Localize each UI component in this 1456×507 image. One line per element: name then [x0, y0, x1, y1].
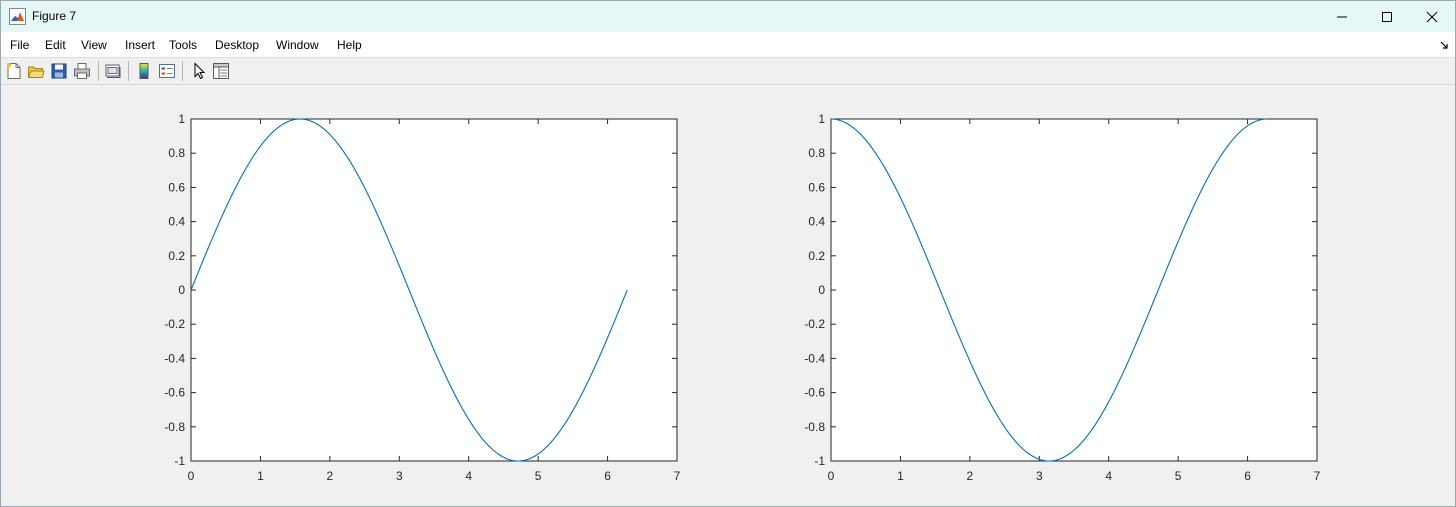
y-tick-label: -0.8 [164, 420, 185, 434]
maximize-button[interactable] [1364, 1, 1410, 32]
matlab-logo-icon [9, 8, 26, 25]
y-tick-label: 0 [178, 283, 185, 297]
insert-colorbar-icon[interactable] [135, 62, 153, 80]
x-tick-label: 5 [1175, 469, 1182, 483]
x-tick-label: 2 [967, 469, 974, 483]
print-icon[interactable] [73, 62, 91, 80]
menu-tools[interactable]: Tools [169, 38, 197, 52]
y-tick-label: 0.8 [168, 146, 185, 160]
menu-window[interactable]: Window [276, 38, 319, 52]
y-tick-label: 1 [818, 112, 825, 126]
y-tick-label: 0.6 [808, 180, 825, 194]
y-tick-label: 0.2 [808, 249, 825, 263]
minimize-button[interactable] [1319, 1, 1365, 32]
y-tick-label: -0.4 [164, 351, 185, 365]
minimize-icon [1337, 16, 1347, 17]
x-tick-label: 4 [465, 469, 472, 483]
axes-1[interactable]: 0 1 2 3 4 5 6 7 -1 -0.8 -0.6 -0.4 -0.2 0 0.2 0.4 0.6 0.8 1 [164, 112, 680, 483]
toolbar-separator [128, 61, 129, 81]
menu-help[interactable]: Help [337, 38, 362, 52]
y-tick-label: 0.4 [168, 215, 185, 229]
y-tick-label: -1 [814, 454, 825, 468]
x-tick-label: 0 [188, 469, 195, 483]
axes-box[interactable] [830, 118, 1318, 462]
menu-insert[interactable]: Insert [125, 38, 155, 52]
figure-canvas[interactable]: 0 1 2 3 4 5 6 7 -1 -0.8 -0.6 -0.4 -0.2 0 0.2 0.4 0.6 0.8 1… [1, 86, 1455, 506]
toolbar-separator [98, 61, 99, 81]
y-tick-label: -0.8 [804, 420, 825, 434]
x-tick-label: 0 [828, 469, 835, 483]
property-inspector-icon[interactable] [212, 62, 230, 80]
dock-arrow-icon[interactable] [1439, 40, 1449, 50]
x-tick-label: 7 [1314, 469, 1321, 483]
y-tick-label: 0 [818, 283, 825, 297]
y-tick-label: -0.2 [164, 317, 185, 331]
x-tick-label: 6 [1244, 469, 1251, 483]
close-button[interactable] [1409, 1, 1455, 32]
menu-desktop[interactable]: Desktop [215, 38, 259, 52]
x-tick-label: 1 [897, 469, 904, 483]
x-tick-label: 4 [1105, 469, 1112, 483]
axes-box[interactable] [190, 118, 678, 462]
y-tick-label: 1 [178, 112, 185, 126]
x-tick-label: 1 [257, 469, 264, 483]
y-tick-label: -1 [174, 454, 185, 468]
y-tick-label: 0.2 [168, 249, 185, 263]
x-tick-label: 5 [535, 469, 542, 483]
title-bar[interactable]: Figure 7 [1, 1, 1455, 32]
y-tick-label: -0.4 [804, 351, 825, 365]
close-icon [1426, 11, 1438, 22]
toolbar-separator [182, 61, 183, 81]
figure-window: Figure 7 File Edit View Insert Tools Des… [0, 0, 1456, 507]
y-tick-label: 0.6 [168, 180, 185, 194]
menu-edit[interactable]: Edit [45, 38, 66, 52]
figure-plot-area[interactable]: 0 1 2 3 4 5 6 7 -1 -0.8 -0.6 -0.4 -0.2 0 0.2 0.4 0.6 0.8 1… [1, 86, 1455, 506]
menu-view[interactable]: View [81, 38, 107, 52]
open-file-icon[interactable] [27, 62, 45, 80]
insert-legend-icon[interactable] [158, 62, 176, 80]
save-icon[interactable] [50, 62, 68, 80]
x-tick-label: 7 [674, 469, 681, 483]
figure-toolbar [1, 58, 1455, 85]
y-tick-label: -0.6 [164, 386, 185, 400]
menu-file[interactable]: File [10, 38, 29, 52]
x-tick-label: 2 [327, 469, 334, 483]
x-tick-label: 3 [396, 469, 403, 483]
menu-bar: File Edit View Insert Tools Desktop Wind… [1, 32, 1455, 58]
y-tick-label: -0.2 [804, 317, 825, 331]
x-tick-label: 6 [604, 469, 611, 483]
new-figure-icon[interactable] [5, 62, 23, 80]
axes-2[interactable]: 0 1 2 3 4 5 6 7 -1 -0.8 -0.6 -0.4 -0.2 0 0.2 0.4 0.6 0.8 1 [804, 112, 1320, 483]
window-title: Figure 7 [32, 9, 77, 23]
link-plot-icon[interactable] [104, 62, 122, 80]
maximize-icon [1382, 11, 1392, 22]
edit-plot-pointer-icon[interactable] [190, 62, 208, 80]
y-tick-label: -0.6 [804, 386, 825, 400]
x-tick-label: 3 [1036, 469, 1043, 483]
y-tick-label: 0.4 [808, 215, 825, 229]
y-tick-label: 0.8 [808, 146, 825, 160]
